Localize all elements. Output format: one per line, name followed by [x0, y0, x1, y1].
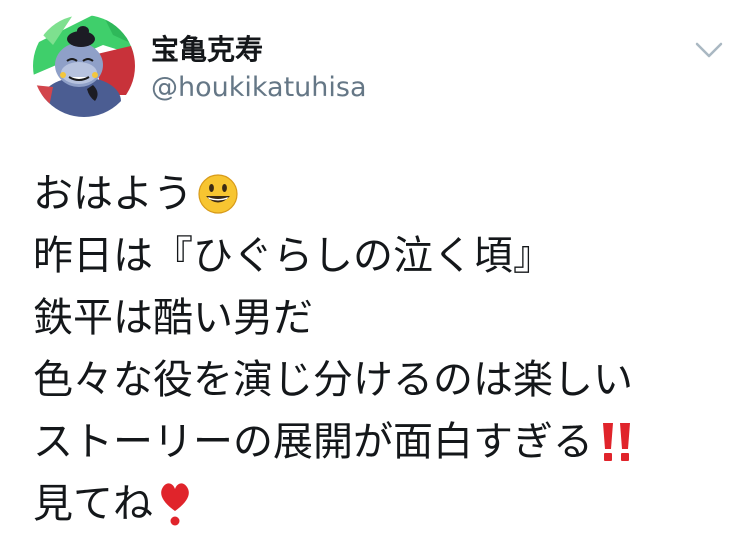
user-display-name[interactable]: 宝亀克寿: [151, 32, 263, 68]
tweet-menu-button[interactable]: [694, 38, 724, 62]
tweet-line: 鉄平は酷い男だ: [33, 287, 733, 349]
tweet-line-text: 昨日は『ひぐらしの泣く頃』: [33, 233, 553, 279]
tweet-line: 色々な役を演じ分けるのは楽しい: [33, 349, 733, 411]
tweet-line-text: 鉄平は酷い男だ: [33, 295, 313, 341]
tweet-line-text: 見てね: [33, 481, 153, 527]
tweet-line: ストーリーの展開が面白すぎる: [33, 411, 733, 473]
character-avatar-icon: [33, 15, 135, 117]
double-exclamation-emoji: [597, 421, 637, 463]
tweet-line-text: ストーリーの展開が面白すぎる: [33, 419, 593, 465]
tweet-line: おはよう: [33, 163, 733, 225]
tweet-line-text: おはよう: [33, 171, 193, 217]
tweet-line: 見てね: [33, 473, 733, 535]
user-handle[interactable]: @houkikatuhisa: [151, 70, 367, 106]
grinning-face-emoji: [197, 173, 239, 215]
tweet-card: 宝亀克寿 @houkikatuhisa おはよう 昨日は『ひぐらしの泣く頃』 鉄: [0, 0, 750, 528]
tweet-line: 昨日は『ひぐらしの泣く頃』: [33, 225, 733, 287]
user-avatar[interactable]: [33, 15, 135, 117]
heart-exclamation-emoji: [157, 481, 193, 527]
chevron-down-icon: [695, 42, 723, 58]
tweet-line-text: 色々な役を演じ分けるのは楽しい: [33, 357, 633, 403]
tweet-text: おはよう 昨日は『ひぐらしの泣く頃』 鉄平は酷い男だ 色々な役を演じ分けるのは楽…: [33, 163, 733, 535]
